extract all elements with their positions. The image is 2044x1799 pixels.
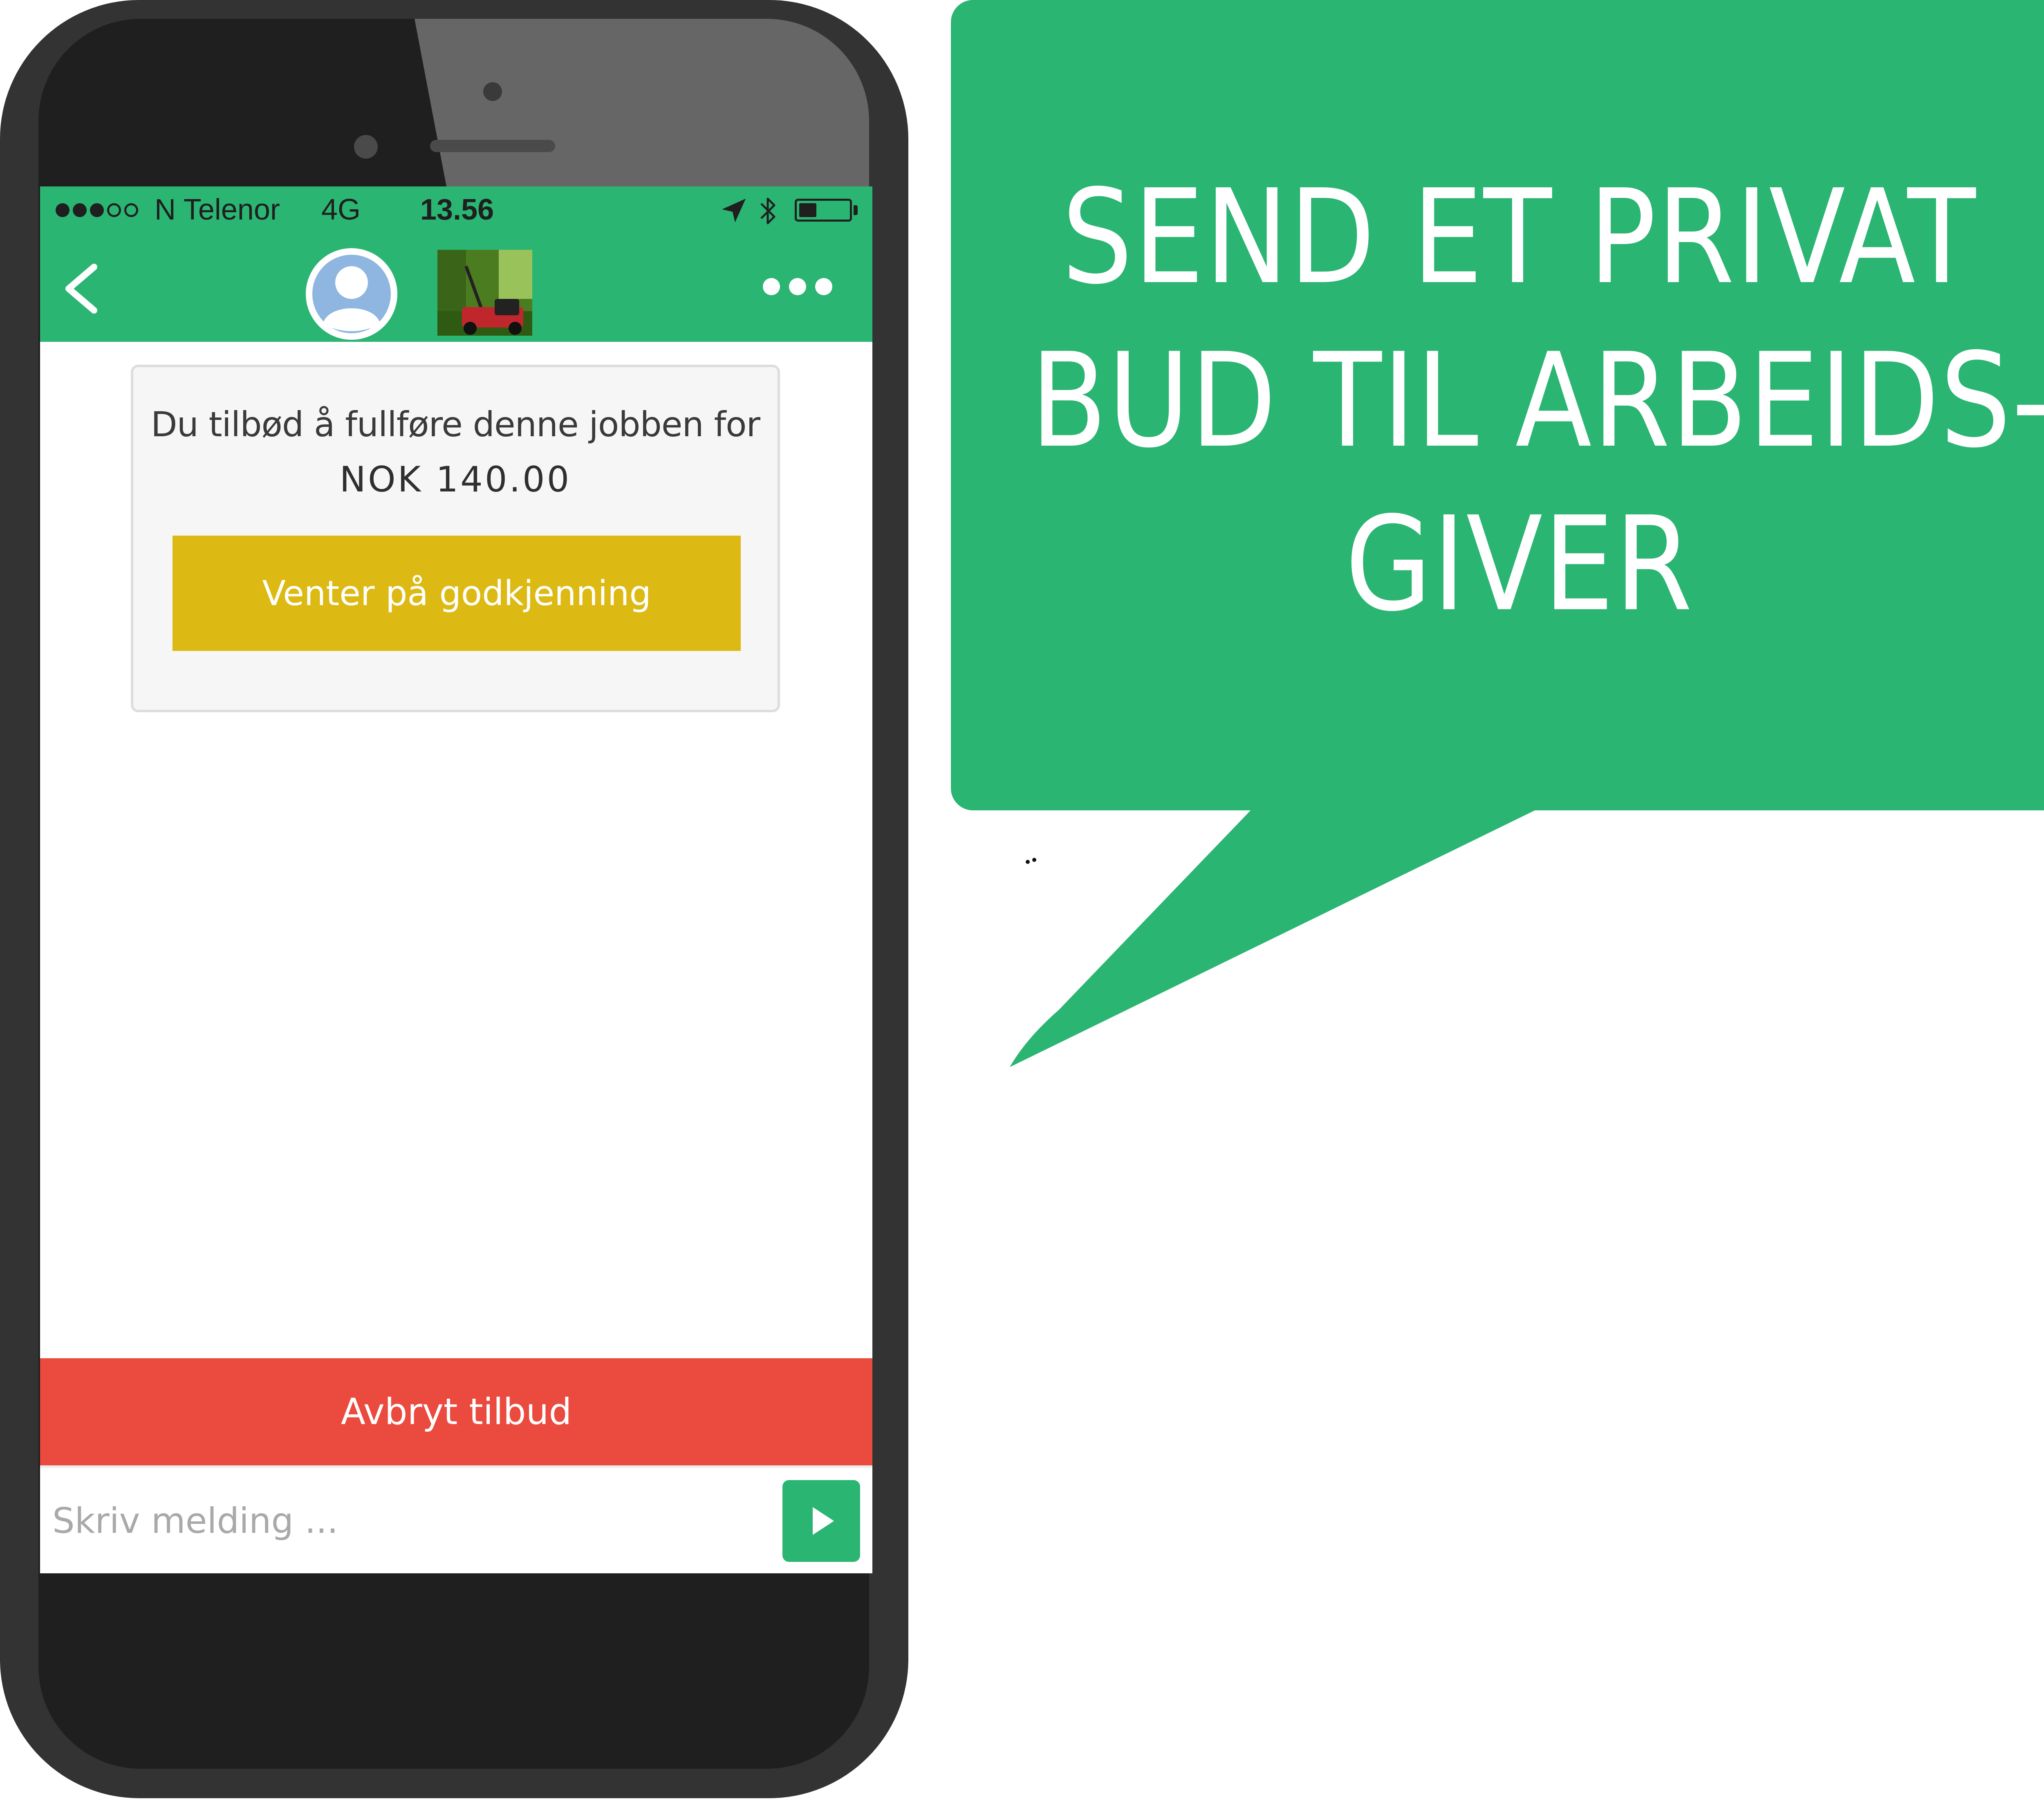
battery-cap (854, 205, 858, 215)
speech-bubble-tail (1010, 797, 1562, 1067)
location-arrow-icon (722, 199, 746, 222)
front-camera (354, 135, 378, 159)
network-type: 4G (321, 193, 361, 226)
status-time: 13.56 (420, 193, 494, 226)
callout-line-2: BUD TIL ARBEIDS- (1030, 325, 2044, 476)
chat-header (40, 233, 872, 342)
dot (789, 278, 806, 295)
callout-line-1: SEND ET PRIVAT (1062, 162, 1977, 313)
user-avatar-icon[interactable] (306, 248, 397, 340)
dot (763, 278, 780, 295)
earpiece-speaker (430, 140, 555, 152)
battery-icon (795, 199, 852, 222)
play-send-icon (813, 1507, 834, 1535)
callout-line-3: GIVER (1345, 489, 1693, 640)
offer-card: Du tilbød å fullføre denne jobben for NO… (131, 365, 780, 712)
chevron-left-icon[interactable] (56, 262, 105, 315)
stray-dots (1026, 858, 1036, 864)
signal-strength (56, 186, 138, 233)
speech-bubble: SEND ET PRIVAT BUD TIL ARBEIDS- GIVER (951, 0, 2044, 810)
cancel-offer-button[interactable]: Avbryt tilbud (40, 1358, 872, 1465)
awaiting-approval-button[interactable]: Venter på godkjenning (173, 536, 741, 651)
app-screen: N Telenor 4G 13.56 Du tilbød å fullføre … (40, 186, 872, 1573)
offer-amount: NOK 140.00 (339, 459, 572, 500)
message-composer (40, 1465, 872, 1573)
offer-description: Du tilbød å fullføre denne jobben for (150, 404, 760, 444)
signal-dot (90, 203, 104, 217)
lawn-mower-icon (437, 250, 532, 336)
more-dots-icon[interactable] (763, 266, 832, 307)
bluetooth-icon (760, 197, 775, 224)
message-input[interactable] (52, 1480, 809, 1562)
signal-dot (56, 203, 69, 217)
phone-frame: N Telenor 4G 13.56 Du tilbød å fullføre … (0, 0, 908, 1798)
signal-dot (124, 203, 138, 217)
proximity-sensor (483, 82, 502, 101)
lawn-mower-image[interactable] (437, 250, 532, 336)
send-button[interactable] (782, 1480, 860, 1562)
battery-level (799, 203, 816, 217)
signal-dot (107, 203, 121, 217)
status-bar: N Telenor 4G 13.56 (40, 186, 872, 233)
dot (815, 278, 832, 295)
callout-text: SEND ET PRIVAT BUD TIL ARBEIDS- GIVER (1030, 155, 2044, 646)
signal-dot (73, 203, 87, 217)
carrier-name: N Telenor (155, 193, 280, 226)
